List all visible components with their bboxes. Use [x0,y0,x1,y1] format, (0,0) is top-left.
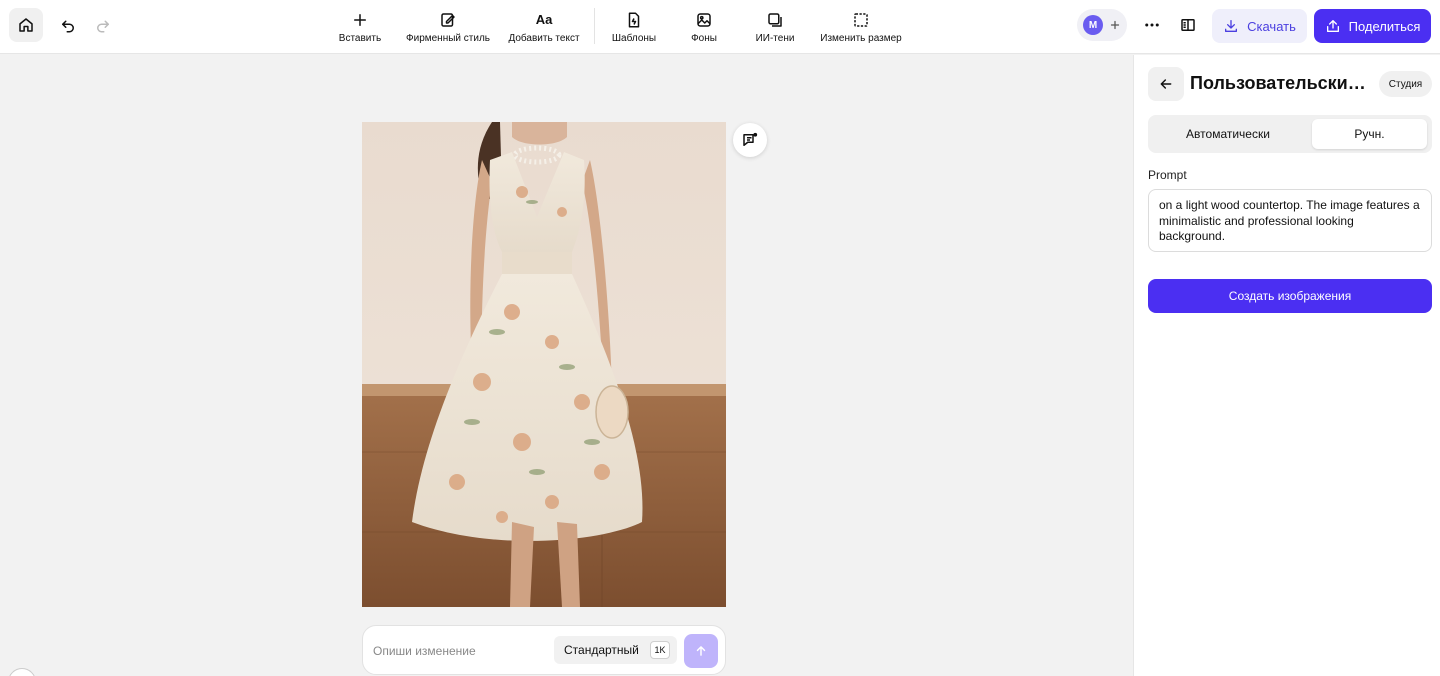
brand-style-icon [441,13,455,27]
panel-icon [1181,19,1195,31]
tool-templates-label: Шаблоны [611,33,657,44]
tool-brand-style-label: Фирменный стиль [406,33,490,44]
resolution-badge: 1K [650,641,670,659]
tool-backgrounds[interactable]: Фоны [684,6,724,46]
text-icon: Aa [535,12,553,27]
undo-button[interactable] [54,9,82,41]
share-icon [1326,20,1339,32]
help-button[interactable] [8,668,36,676]
product-photo[interactable] [362,122,726,607]
add-comment-button[interactable] [733,123,767,157]
undo-icon [62,20,74,33]
quality-selector[interactable]: Стандартный 1K [554,636,677,664]
resize-icon [854,13,868,27]
side-panel: Пользовательский ... Студия Автоматическ… [1133,55,1440,676]
edit-description-input[interactable] [373,638,548,664]
tool-ai-shadows[interactable]: ИИ-тени [750,6,800,46]
download-label: Скачать [1247,18,1296,34]
quality-label: Стандартный [564,643,639,657]
edit-prompt-bar: Стандартный 1K [362,625,726,675]
create-images-button[interactable]: Создать изображения [1148,279,1432,313]
arrow-up-icon [696,646,706,656]
studio-badge[interactable]: Студия [1379,71,1432,97]
download-icon [1225,20,1238,32]
tool-insert-label: Вставить [338,33,382,44]
more-options-button[interactable] [1140,10,1164,40]
comment-add-icon [743,132,758,146]
tool-ai-shadows-label: ИИ-тени [755,33,795,44]
templates-icon [628,12,640,28]
home-button[interactable] [9,8,43,42]
share-button[interactable]: Поделиться [1314,9,1431,43]
prompt-textarea[interactable]: on a light wood countertop. The image fe… [1148,189,1432,252]
panel-title: Пользовательский ... [1190,73,1370,93]
back-button[interactable] [1148,67,1184,101]
toggle-panel-button[interactable] [1176,10,1200,40]
tool-resize[interactable]: Изменить размер [816,6,906,46]
send-edit-button[interactable] [684,634,718,668]
arrow-left-icon [1160,79,1172,89]
plus-icon [1110,20,1120,30]
ai-shadows-icon [768,13,782,27]
tool-add-text-label: Добавить текст [508,33,580,44]
toolbar-divider [594,8,595,44]
add-collaborator-button[interactable] [1105,15,1125,35]
plus-icon [354,14,366,26]
mode-switch: Автоматически Ручн. [1148,115,1432,153]
design-canvas[interactable]: Стандартный 1K [0,55,1133,676]
dress-photo-illustration [362,122,726,607]
tool-brand-style[interactable]: Фирменный стиль [402,6,494,46]
tool-resize-label: Изменить размер [820,33,902,44]
redo-icon [97,20,109,33]
tool-templates[interactable]: Шаблоны [608,6,660,46]
top-toolbar: Вставить Фирменный стиль Aa Добавить тек… [0,0,1440,54]
share-label: Поделиться [1348,18,1421,34]
prompt-label: Prompt [1148,168,1187,182]
download-button[interactable]: Скачать [1212,9,1307,43]
avatar[interactable]: M [1083,15,1103,35]
backgrounds-icon [697,13,711,27]
tab-manual[interactable]: Ручн. [1312,119,1427,149]
home-icon [19,18,33,32]
redo-button[interactable] [89,9,117,41]
more-horizontal-icon [1145,23,1159,27]
tool-insert[interactable]: Вставить [335,6,385,46]
tab-automatic[interactable]: Автоматически [1152,119,1304,149]
collaborators: M [1077,9,1127,41]
tool-add-text[interactable]: Aa Добавить текст [505,6,583,46]
tool-backgrounds-label: Фоны [691,33,717,44]
